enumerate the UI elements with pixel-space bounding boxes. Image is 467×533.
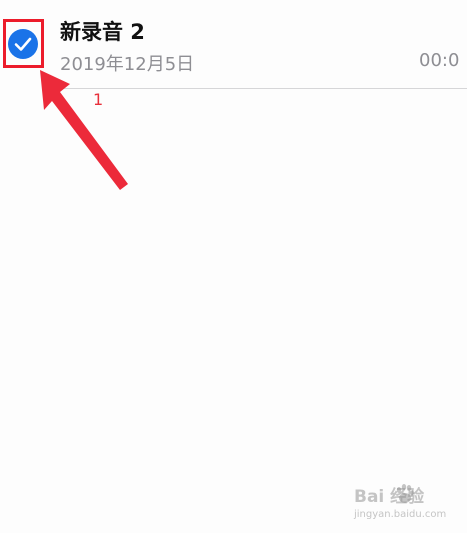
baidu-paw-icon bbox=[396, 484, 414, 503]
voice-memos-screen: 新录音 2 2019年12月5日 00:0 1 Bai 经验 jingyan.b… bbox=[0, 0, 467, 533]
watermark-site: jingyan.baidu.com bbox=[354, 509, 447, 520]
annotation-number: 1 bbox=[93, 90, 104, 109]
annotation-arrow-icon bbox=[40, 70, 128, 190]
baidu-watermark: Bai 经验 jingyan.baidu.com bbox=[354, 482, 464, 526]
